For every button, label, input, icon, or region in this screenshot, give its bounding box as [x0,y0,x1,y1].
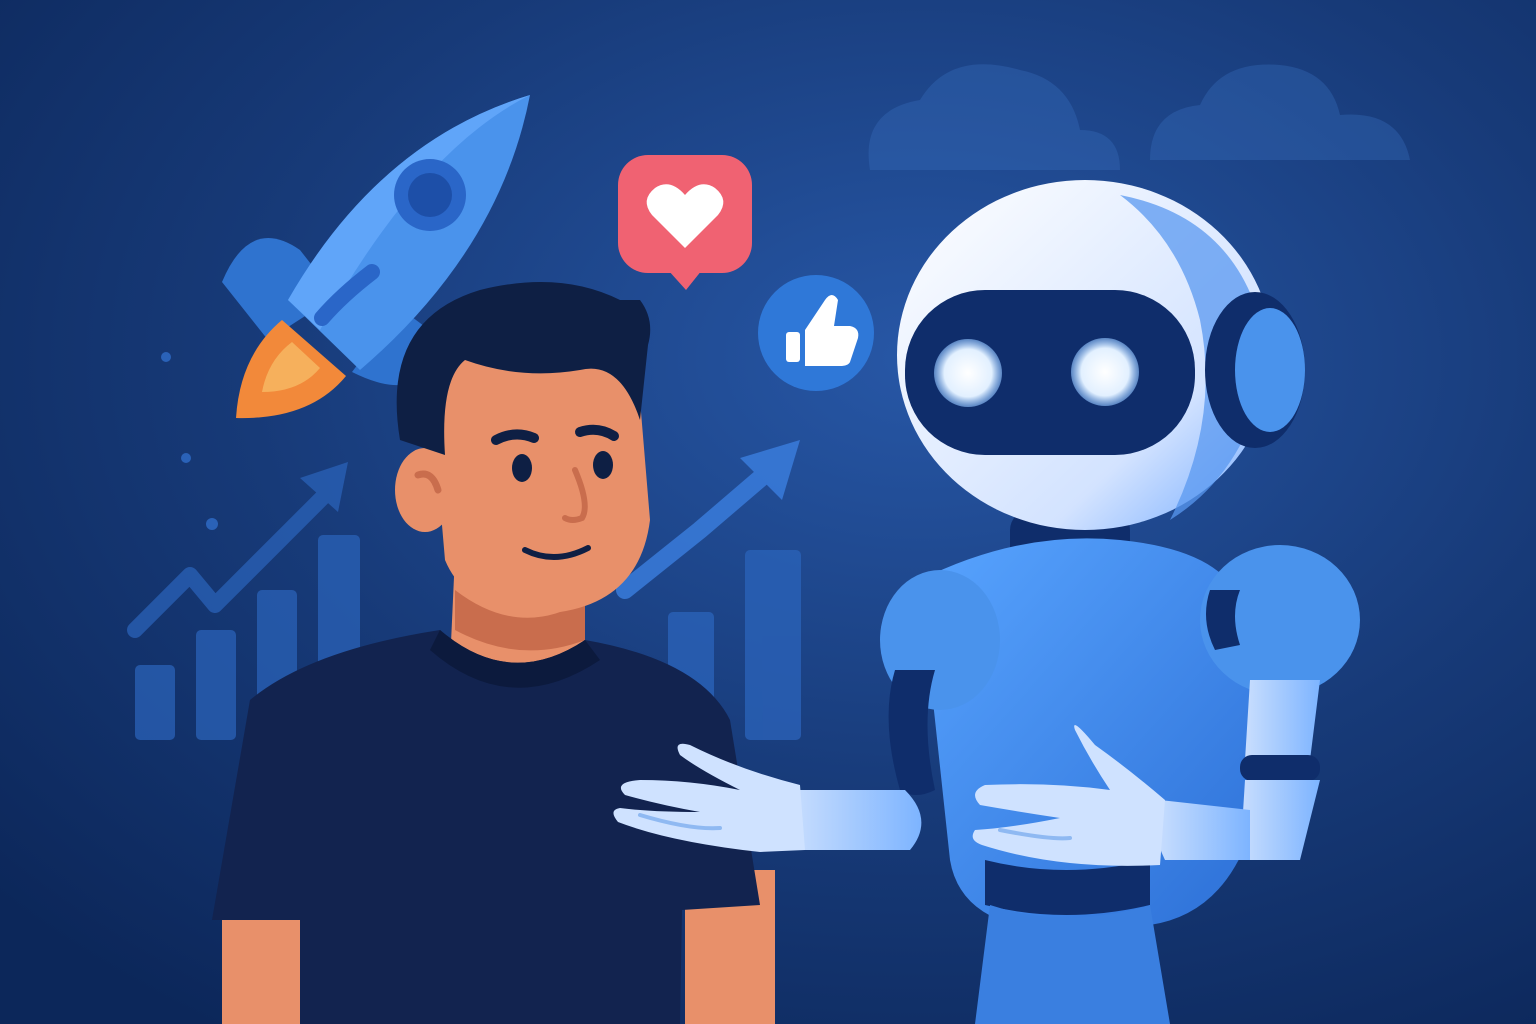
thumbs-up-icon [758,275,874,391]
illustration-canvas [0,0,1536,1024]
heart-bubble-icon [618,155,752,290]
